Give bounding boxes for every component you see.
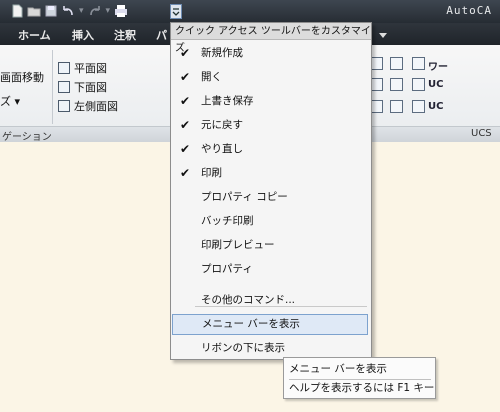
- menu-item-label: 印刷プレビュー: [201, 239, 275, 251]
- tab-home[interactable]: ホーム: [18, 27, 51, 43]
- menu-item-label: 上書き保存: [201, 95, 254, 107]
- customize-qat-menu: クイック アクセス ツールバーをカスタマイズ ✔ 新規作成 ✔ 開く ✔ 上書き保存 ✔ 元に…: [170, 22, 372, 360]
- menu-item-label: 印刷: [201, 167, 222, 179]
- undo-dropdown-icon[interactable]: ▾: [79, 6, 84, 16]
- tooltip-help: ヘルプを表示するには F1 キー: [289, 382, 435, 394]
- quick-access-toolbar: ▾ ▾: [10, 4, 128, 18]
- tab-insert[interactable]: 挿入: [72, 27, 94, 43]
- app-title: AutoCA: [446, 4, 492, 17]
- menu-item[interactable]: ✔ やり直し: [172, 139, 368, 160]
- panel-divider: [52, 50, 53, 124]
- ucs-label-1: UC: [428, 79, 444, 90]
- checkmark-icon: ✔: [180, 142, 191, 156]
- menu-item-show-menubar[interactable]: メニュー バーを表示: [172, 314, 368, 335]
- ribbon-options-dropdown-icon[interactable]: [378, 30, 388, 38]
- open-folder-icon[interactable]: [27, 4, 41, 18]
- menu-item[interactable]: プロパティ: [172, 259, 368, 280]
- menu-item-label: プロパティ コピー: [201, 191, 288, 203]
- ucs-view-icon[interactable]: [412, 100, 425, 113]
- menu-item-label: バッチ印刷: [201, 215, 254, 227]
- menu-header: クイック アクセス ツールバーをカスタマイズ: [171, 23, 371, 54]
- ucs-panel-title: UCS: [471, 128, 492, 139]
- title-bar: ▾ ▾ AutoCA: [0, 0, 500, 23]
- checkmark-icon: ✔: [180, 94, 191, 108]
- menu-item[interactable]: ✔ 元に戻す: [172, 115, 368, 136]
- zoom-dropdown[interactable]: ズ ▾: [0, 93, 20, 109]
- ucs-named-icon[interactable]: [412, 57, 425, 70]
- ucs-3point-icon[interactable]: [390, 100, 403, 113]
- checkmark-icon: ✔: [180, 46, 191, 60]
- view-left[interactable]: 左側面図: [58, 98, 118, 114]
- ucs-origin-icon[interactable]: [412, 78, 425, 91]
- new-file-icon[interactable]: [10, 4, 24, 18]
- pan-button[interactable]: 画面移動: [0, 69, 44, 85]
- tooltip-title: メニュー バーを表示: [289, 363, 387, 375]
- view-top[interactable]: 平面図: [58, 60, 107, 76]
- menu-item-label: やり直し: [201, 143, 243, 155]
- menu-item[interactable]: ✔ 開く: [172, 67, 368, 88]
- ucs-world-label: ワー: [428, 62, 448, 73]
- menu-item[interactable]: ✔ 上書き保存: [172, 91, 368, 112]
- menu-item-show-below-ribbon[interactable]: リボンの下に表示: [172, 338, 368, 359]
- undo-icon[interactable]: [61, 4, 75, 18]
- menu-item-label: プロパティ: [201, 263, 253, 275]
- menu-item[interactable]: ✔ 印刷: [172, 163, 368, 184]
- tab-partial[interactable]: パ: [156, 27, 167, 43]
- checkmark-icon: ✔: [180, 166, 191, 180]
- cube-view-icon: [58, 81, 70, 93]
- checkmark-icon: ✔: [180, 118, 191, 132]
- navigation-panel-title: ゲーション: [2, 132, 52, 143]
- menu-item[interactable]: ✔ 新規作成: [172, 43, 368, 64]
- menu-item-label: 新規作成: [201, 47, 243, 59]
- cube-view-icon: [58, 62, 70, 74]
- redo-dropdown-icon[interactable]: ▾: [106, 6, 111, 16]
- checkmark-icon: ✔: [180, 70, 191, 84]
- tooltip: メニュー バーを表示 ヘルプを表示するには F1 キー: [283, 357, 436, 399]
- ucs-label-2: UC: [428, 101, 444, 112]
- cube-view-icon: [58, 100, 70, 112]
- customize-qat-dropdown[interactable]: [170, 4, 182, 19]
- ucs-z-icon[interactable]: [390, 78, 403, 91]
- view-bottom[interactable]: 下面図: [58, 79, 107, 95]
- print-icon[interactable]: [114, 4, 128, 18]
- save-icon[interactable]: [44, 4, 58, 18]
- ucs-angle-icon[interactable]: [390, 57, 403, 70]
- menu-item-label: 元に戻す: [201, 119, 243, 131]
- tab-annotate[interactable]: 注釈: [114, 27, 136, 43]
- redo-icon[interactable]: [88, 4, 102, 18]
- menu-item-more-commands[interactable]: その他のコマンド...: [172, 290, 368, 311]
- menu-item[interactable]: プロパティ コピー: [172, 187, 368, 208]
- menu-item[interactable]: バッチ印刷: [172, 211, 368, 232]
- menu-item[interactable]: 印刷プレビュー: [172, 235, 368, 256]
- menu-item-label: 開く: [201, 71, 222, 83]
